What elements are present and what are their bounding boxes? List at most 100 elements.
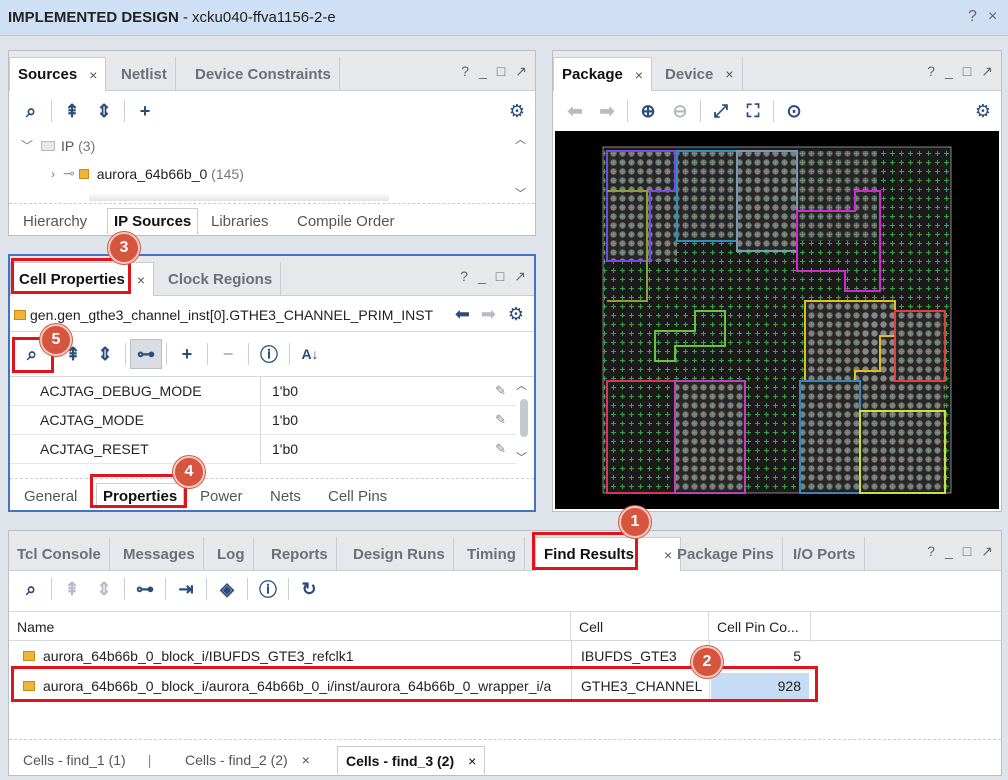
tab-netlist[interactable]: Netlist bbox=[113, 57, 176, 91]
info-icon[interactable]: ⓘ bbox=[253, 339, 285, 369]
cell-properties-bottom-tabs: General Properties Power Nets Cell Pins bbox=[10, 478, 534, 510]
callout-4: 4 bbox=[173, 456, 205, 488]
select-icon[interactable]: ⇥ bbox=[170, 574, 202, 604]
package-view[interactable] bbox=[555, 131, 999, 509]
tree-row-aurora[interactable]: › ⊸ aurora_64b66b_0 (145) bbox=[51, 165, 244, 182]
folder-icon bbox=[41, 140, 56, 151]
tree-row-clipped bbox=[89, 193, 389, 201]
scrollbar[interactable]: ︿ ﹀ bbox=[516, 377, 532, 464]
zoom-selection-icon[interactable]: ⛶ bbox=[737, 96, 769, 126]
tab-messages[interactable]: Messages bbox=[115, 537, 204, 571]
window-buttons[interactable]: ? _ □ ↗ bbox=[460, 268, 526, 285]
collapse-all-icon[interactable]: ⇞ bbox=[56, 574, 88, 604]
info-icon[interactable]: ⓘ bbox=[252, 574, 284, 604]
tab-libraries[interactable]: Libraries bbox=[211, 208, 269, 234]
table-row[interactable]: ACJTAG_RESET 1'b0 ✎ bbox=[10, 435, 516, 464]
ip-block-icon bbox=[78, 168, 89, 179]
sources-tree: ﹀ IP (3) › ⊸ aurora_64b66b_0 (145) ︿ ﹀ bbox=[9, 131, 535, 201]
tree-row-ip[interactable]: ﹀ IP (3) bbox=[21, 137, 95, 154]
add-icon[interactable]: + bbox=[129, 96, 161, 126]
column-header-pins[interactable]: Cell Pin Co... bbox=[709, 612, 811, 642]
sources-bottom-tabs: Hierarchy IP Sources Libraries Compile O… bbox=[9, 203, 535, 235]
zoom-in-icon[interactable]: ⊕ bbox=[632, 96, 664, 126]
tab-cell-pins[interactable]: Cell Pins bbox=[328, 483, 387, 509]
crosshair-icon[interactable]: ⊙ bbox=[778, 96, 810, 126]
close-icon: × bbox=[136, 271, 146, 288]
close-icon: × bbox=[468, 752, 477, 769]
tab-hierarchy[interactable]: Hierarchy bbox=[23, 208, 87, 234]
window-buttons[interactable]: ? _ □ ↗ bbox=[927, 543, 993, 560]
maximize-icon: □ bbox=[962, 543, 972, 559]
tab-ip-sources[interactable]: IP Sources bbox=[107, 208, 199, 234]
table-row[interactable]: ACJTAG_DEBUG_MODE 1'b0 ✎ bbox=[10, 377, 516, 406]
add-icon[interactable]: + bbox=[171, 339, 203, 369]
tab-compile-order[interactable]: Compile Order bbox=[297, 208, 395, 234]
tab-tcl-console[interactable]: Tcl Console bbox=[9, 537, 110, 571]
window-buttons[interactable]: ? _ □ ↗ bbox=[461, 63, 527, 80]
remove-icon[interactable]: − bbox=[212, 339, 244, 369]
back-arrow-icon[interactable]: ⬅ bbox=[559, 96, 591, 126]
gear-icon[interactable]: ⚙ bbox=[509, 101, 525, 122]
tab-clock-regions[interactable]: Clock Regions bbox=[160, 262, 282, 296]
search-icon[interactable]: ⌕ bbox=[15, 96, 47, 126]
maximize-icon: □ bbox=[495, 268, 505, 284]
tab-find-3[interactable]: Cells - find_3 (2) × bbox=[337, 746, 486, 774]
table-row[interactable]: ACJTAG_MODE 1'b0 ✎ bbox=[10, 406, 516, 435]
minimize-icon: _ bbox=[945, 63, 953, 79]
gear-icon[interactable]: ⚙ bbox=[975, 101, 991, 122]
expand-all-icon[interactable]: ⇕ bbox=[89, 339, 121, 369]
find-toolbar: ⌕ ⇞ ⇕ ⊶ ⇥ ◈ ⓘ ↻ bbox=[9, 571, 1001, 607]
close-icon: × bbox=[634, 66, 644, 83]
cell-icon bbox=[14, 309, 26, 320]
sources-toolbar: ⌕ ⇞ ⇕ + ⚙ bbox=[9, 93, 535, 129]
tab-log[interactable]: Log bbox=[209, 537, 254, 571]
close-icon[interactable]: × bbox=[988, 8, 997, 26]
gear-icon[interactable]: ⚙ bbox=[508, 304, 524, 325]
package-panel: Package × Device × ? _ □ ↗ ⬅ ➡ ⊕ ⊖ ⤢ ⛶ ⊙ ⚙ bbox=[552, 50, 1002, 512]
hierarchy-icon[interactable]: ⊶ bbox=[129, 574, 161, 604]
tab-find-2[interactable]: Cells - find_2 (2) × bbox=[185, 746, 310, 774]
tab-package[interactable]: Package × bbox=[553, 57, 653, 91]
zoom-out-icon[interactable]: ⊖ bbox=[664, 96, 696, 126]
tab-find-1[interactable]: Cells - find_1 (1) | bbox=[23, 746, 151, 774]
tab-design-runs[interactable]: Design Runs bbox=[345, 537, 454, 571]
tab-nets[interactable]: Nets bbox=[270, 483, 301, 509]
help-icon: ? bbox=[461, 63, 469, 79]
tab-power[interactable]: Power bbox=[200, 483, 243, 509]
collapse-all-icon[interactable]: ⇞ bbox=[56, 96, 88, 126]
forward-arrow-icon[interactable]: ➡ bbox=[591, 96, 623, 126]
zoom-fit-icon[interactable]: ⤢ bbox=[705, 96, 737, 126]
sources-panel: Sources × Netlist Device Constraints ? _ □ ↗… bbox=[8, 50, 536, 236]
close-icon: × bbox=[725, 66, 734, 82]
column-header-name[interactable]: Name bbox=[9, 612, 571, 642]
help-icon: ? bbox=[927, 543, 935, 559]
package-pin-map[interactable] bbox=[555, 131, 999, 509]
cell-path-bar: gen.gen_gthe3_channel_inst[0].GTHE3_CHAN… bbox=[10, 298, 534, 332]
column-header-cell[interactable]: Cell bbox=[571, 612, 709, 642]
highlight-icon[interactable]: ◈ bbox=[211, 574, 243, 604]
tab-device-constraints[interactable]: Device Constraints bbox=[187, 57, 340, 91]
tab-io-ports[interactable]: I/O Ports bbox=[785, 537, 865, 571]
help-icon[interactable]: ? bbox=[968, 8, 977, 26]
sort-icon[interactable]: A↓ bbox=[294, 339, 326, 369]
tab-reports[interactable]: Reports bbox=[263, 537, 337, 571]
scrollbar[interactable]: ︿ ﹀ bbox=[515, 131, 531, 201]
expand-all-icon[interactable]: ⇕ bbox=[88, 96, 120, 126]
tab-sources[interactable]: Sources × bbox=[9, 57, 107, 91]
window-buttons[interactable]: ? _ □ ↗ bbox=[927, 63, 993, 80]
highlight-box-cell-properties bbox=[11, 258, 131, 294]
tab-timing[interactable]: Timing bbox=[459, 537, 525, 571]
refresh-icon[interactable]: ↻ bbox=[293, 574, 325, 604]
callout-5: 5 bbox=[40, 324, 72, 356]
forward-arrow-icon[interactable]: ➡ bbox=[481, 304, 496, 325]
float-icon: ↗ bbox=[981, 63, 993, 79]
back-arrow-icon[interactable]: ⬅ bbox=[455, 304, 470, 325]
edit-icon: ✎ bbox=[495, 441, 506, 456]
expand-all-icon[interactable]: ⇕ bbox=[88, 574, 120, 604]
tab-general[interactable]: General bbox=[24, 483, 77, 509]
hierarchy-icon[interactable]: ⊶ bbox=[130, 339, 162, 369]
tab-package-pins[interactable]: Package Pins bbox=[669, 537, 783, 571]
search-icon[interactable]: ⌕ bbox=[15, 574, 47, 604]
tab-device[interactable]: Device × bbox=[657, 57, 743, 91]
find-tabrow: Tcl Console Messages Log Reports Design … bbox=[9, 531, 1001, 571]
